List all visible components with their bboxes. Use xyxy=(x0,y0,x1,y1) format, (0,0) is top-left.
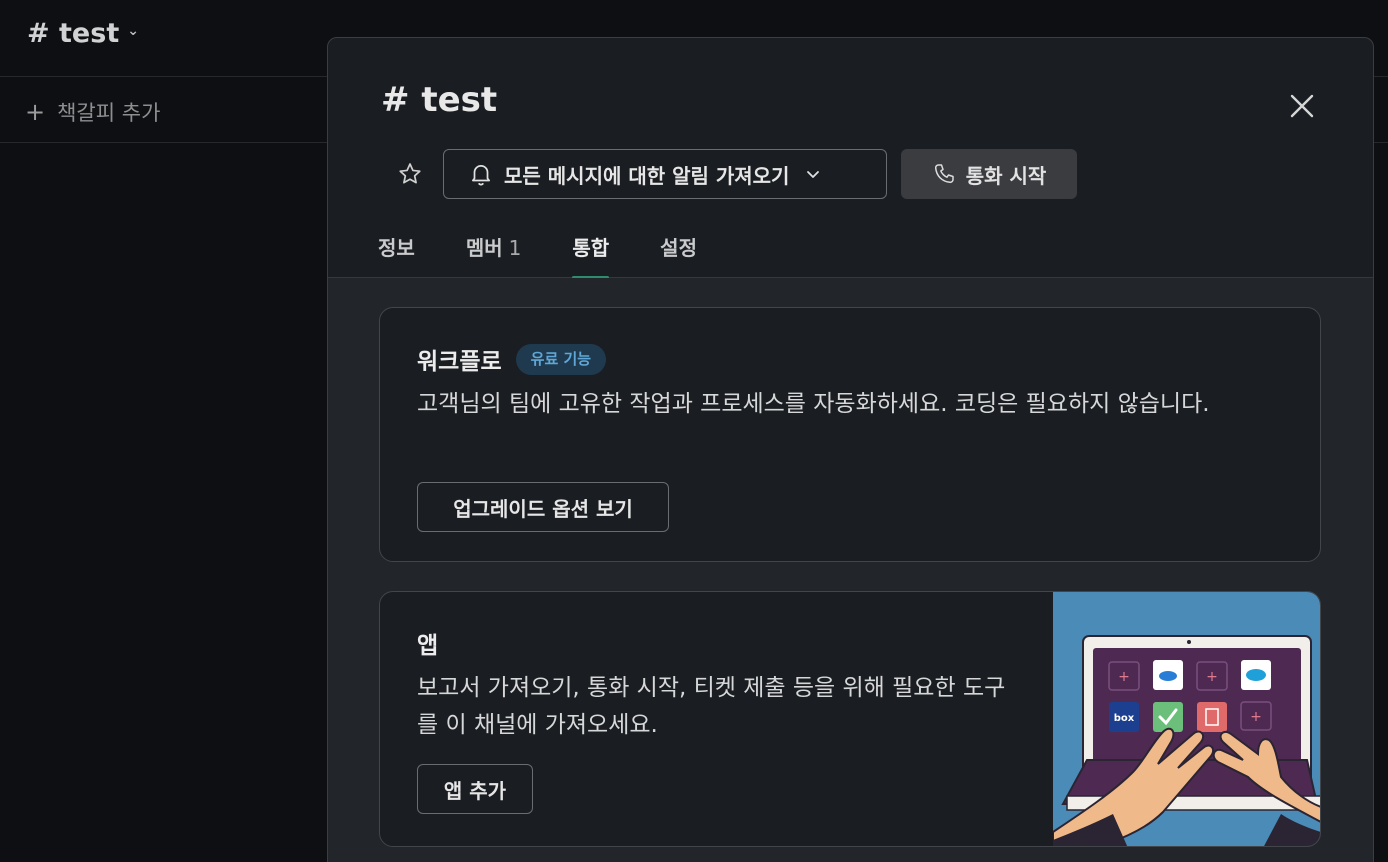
workflow-card: 워크플로 유료 기능 고객님의 팀에 고유한 작업과 프로세스를 자동화하세요.… xyxy=(379,307,1321,562)
add-app-button[interactable]: 앱 추가 xyxy=(417,764,533,814)
star-icon xyxy=(399,163,421,184)
close-icon xyxy=(1290,94,1314,118)
channel-title: # test xyxy=(27,18,120,49)
view-upgrade-options-button[interactable]: 업그레이드 옵션 보기 xyxy=(417,482,669,532)
tab-integrations[interactable]: 통합 xyxy=(572,228,610,279)
member-count: 1 xyxy=(508,236,522,260)
start-call-label: 통화 시작 xyxy=(965,163,1047,188)
chevron-down-icon: ⌄ xyxy=(127,22,139,39)
dialog-tabs: 정보 멤버 1 통합 설정 xyxy=(378,228,748,279)
start-call-button[interactable]: 통화 시작 xyxy=(901,149,1077,199)
workflow-title-row: 워크플로 유료 기능 xyxy=(417,342,607,376)
apps-title: 앱 xyxy=(417,633,439,659)
svg-text:+: + xyxy=(1250,709,1262,725)
apps-card: 앱 보고서 가져오기, 통화 시작, 티켓 제출 등을 위해 필요한 도구를 이… xyxy=(379,591,1321,847)
dialog-body: 워크플로 유료 기능 고객님의 팀에 고유한 작업과 프로세스를 자동화하세요.… xyxy=(328,278,1373,862)
dialog-header: # test 모든 메시지에 대한 알림 가져오기 통화 시작 정보 멤버 1 … xyxy=(328,38,1373,279)
apps-description: 보고서 가져오기, 통화 시작, 티켓 제출 등을 위해 필요한 도구를 이 채… xyxy=(417,675,1006,738)
plus-icon: + xyxy=(25,98,46,126)
close-button[interactable] xyxy=(1284,88,1320,124)
paid-feature-badge: 유료 기능 xyxy=(515,343,607,375)
dialog-title: # test xyxy=(381,80,498,120)
tab-label: 통합 xyxy=(572,236,610,260)
tab-label: 멤버 xyxy=(465,236,503,260)
tab-settings[interactable]: 설정 xyxy=(660,228,697,278)
notification-settings-button[interactable]: 모든 메시지에 대한 알림 가져오기 xyxy=(443,149,887,199)
chevron-down-icon xyxy=(807,171,820,178)
svg-text:+: + xyxy=(1118,669,1130,685)
tab-label: 정보 xyxy=(378,236,415,260)
add-bookmark-label: 책갈피 추가 xyxy=(57,101,161,125)
add-bookmark-button[interactable]: + 책갈피 추가 xyxy=(25,97,160,127)
workflow-description: 고객님의 팀에 고유한 작업과 프로세스를 자동화하세요. 코딩은 필요하지 않… xyxy=(417,391,1210,417)
apps-illustration: + + box + xyxy=(1053,592,1320,846)
workflow-title: 워크플로 xyxy=(417,349,502,375)
svg-text:+: + xyxy=(1206,669,1218,685)
bell-icon xyxy=(472,165,490,186)
channel-details-dialog: # test 모든 메시지에 대한 알림 가져오기 통화 시작 정보 멤버 1 … xyxy=(327,37,1374,862)
notification-button-label: 모든 메시지에 대한 알림 가져오기 xyxy=(504,163,790,188)
box-logo-text: box xyxy=(1114,713,1135,724)
phone-icon xyxy=(934,164,954,184)
channel-title-button[interactable]: # test ⌄ xyxy=(27,18,139,49)
star-button[interactable] xyxy=(394,158,426,190)
tab-members[interactable]: 멤버 1 xyxy=(466,228,522,278)
tab-label: 설정 xyxy=(660,236,697,260)
tab-info[interactable]: 정보 xyxy=(378,228,415,278)
